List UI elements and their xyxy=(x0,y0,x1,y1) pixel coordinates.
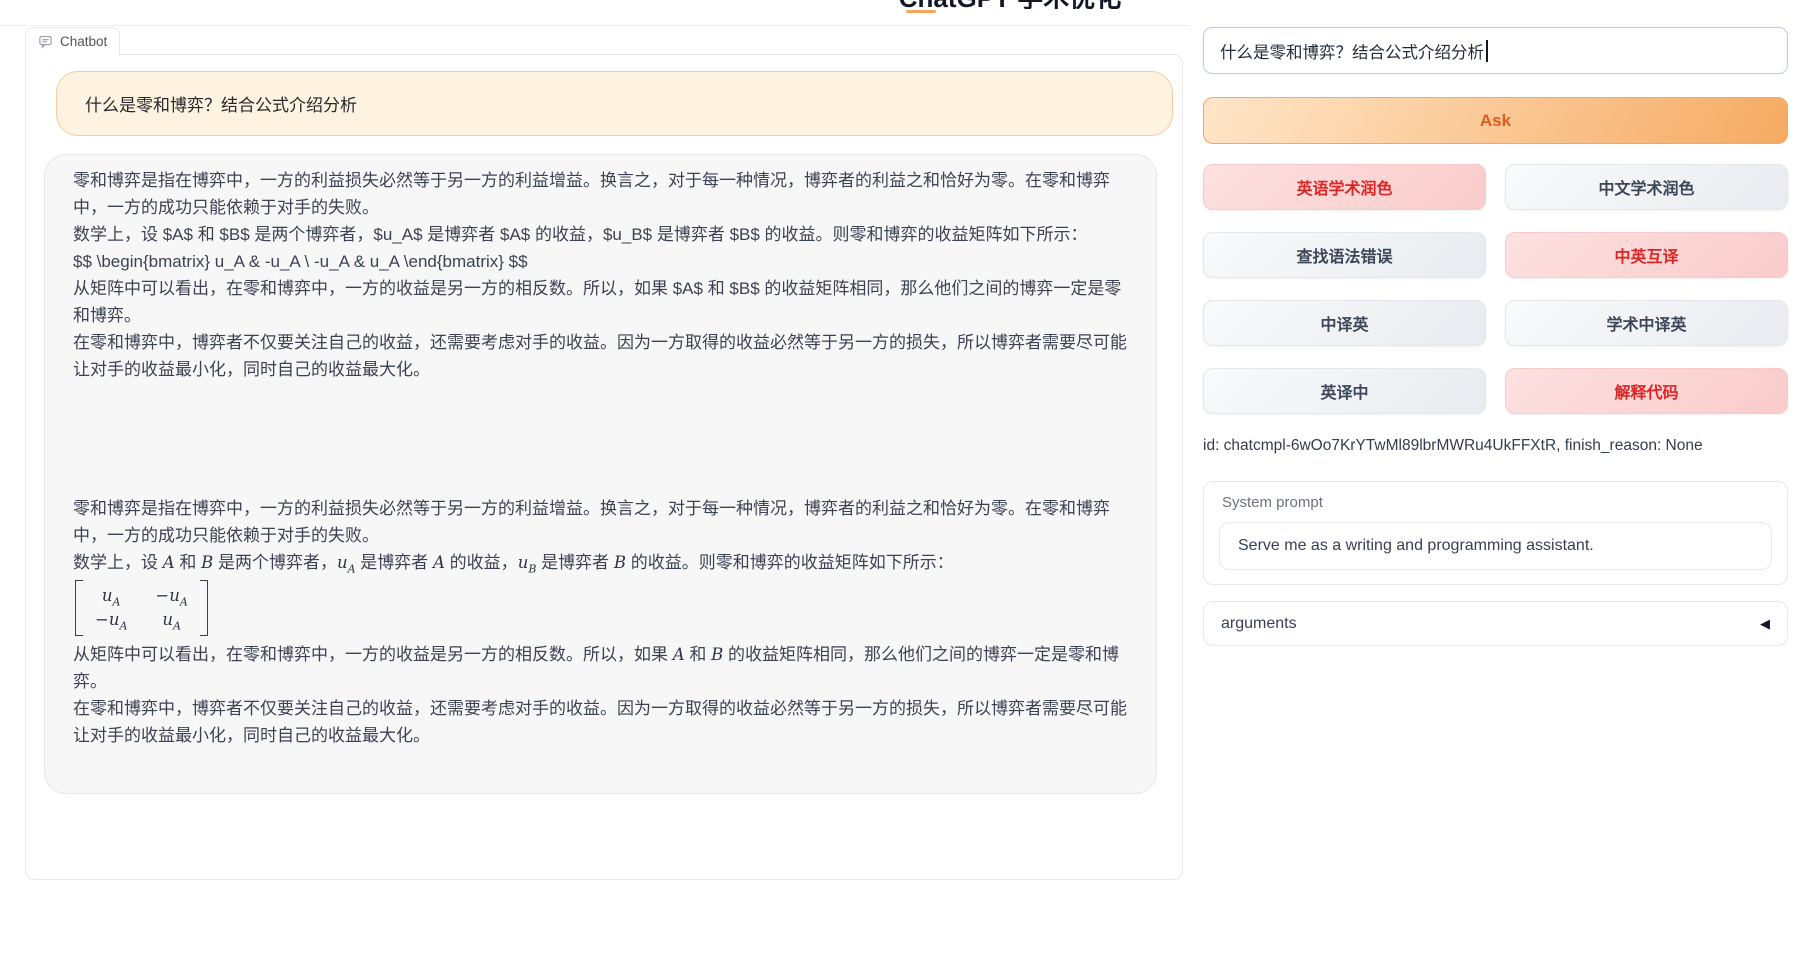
inline-math: A xyxy=(673,645,685,664)
inline-math: B xyxy=(614,553,626,572)
bot-message-rendered: 零和博弈是指在博弈中，一方的利益损失必然等于另一方的利益增益。换言之，对于每一种… xyxy=(73,495,1128,749)
inline-math: −uA xyxy=(95,608,127,632)
clipped-page-title: ChatGPT 学术优化 xyxy=(850,0,1170,9)
status-line: id: chatcmpl-6wOo7KrYTwMl89lbrMWRu4UkFFX… xyxy=(1203,437,1703,455)
arguments-label: arguments xyxy=(1221,615,1297,633)
bot-message-bubble: 零和博弈是指在博弈中，一方的利益损失必然等于另一方的利益增益。换言之，对于每一种… xyxy=(44,154,1157,794)
bot-paragraph: 零和博弈是指在博弈中，一方的利益损失必然等于另一方的利益增益。换言之，对于每一种… xyxy=(73,495,1128,549)
chat-bubble-icon xyxy=(38,34,53,49)
function-button-6[interactable]: 学术中译英 xyxy=(1505,300,1788,346)
system-prompt-input[interactable]: Serve me as a writing and programming as… xyxy=(1219,522,1772,570)
bot-paragraph: 在零和博弈中，博弈者不仅要关注自己的收益，还需要考虑对手的收益。因为一方取得的收… xyxy=(73,695,1128,749)
inline-math: uB xyxy=(518,553,537,572)
inline-math: uA xyxy=(95,584,127,608)
inline-math: uA xyxy=(337,553,356,572)
system-prompt-label: System prompt xyxy=(1222,494,1323,511)
text-caret xyxy=(1486,40,1488,62)
inline-math: B xyxy=(201,553,213,572)
inline-math: uA xyxy=(155,608,187,632)
app-root: ChatGPT 学术优化 Chatbot 什么是零和博弈？结合公式介绍分析 零和… xyxy=(0,0,1814,961)
bot-paragraph: 数学上，设 A 和 B 是两个博弈者，uA 是博弈者 A 的收益，uB 是博弈者… xyxy=(73,549,1128,576)
inline-math: B xyxy=(711,645,723,664)
bot-paragraph: 数学上，设 $A$ 和 $B$ 是两个博弈者，$u_A$ 是博弈者 $A$ 的收… xyxy=(73,221,1128,248)
inline-math: A xyxy=(433,553,445,572)
function-button-4[interactable]: 中英互译 xyxy=(1505,232,1788,278)
bot-paragraph: 零和博弈是指在博弈中，一方的利益损失必然等于另一方的利益增益。换言之，对于每一种… xyxy=(73,167,1128,221)
function-button-7[interactable]: 英译中 xyxy=(1203,368,1486,414)
bot-paragraph: 从矩阵中可以看出，在零和博弈中，一方的收益是另一方的相反数。所以，如果 $A$ … xyxy=(73,275,1128,329)
message-gap xyxy=(73,383,1128,495)
function-button-5[interactable]: 中译英 xyxy=(1203,300,1486,346)
system-prompt-value: Serve me as a writing and programming as… xyxy=(1238,537,1594,555)
chatbot-tab-label: Chatbot xyxy=(60,34,107,49)
question-input[interactable]: 什么是零和博弈？结合公式介绍分析 xyxy=(1203,27,1788,74)
bot-paragraph: 在零和博弈中，博弈者不仅要关注自己的收益，还需要考虑对手的收益。因为一方取得的收… xyxy=(73,329,1128,383)
page-title: ChatGPT 学术优化 xyxy=(850,0,1170,9)
user-message-text: 什么是零和博弈？结合公式介绍分析 xyxy=(85,91,357,116)
top-divider xyxy=(0,25,1190,26)
inline-math: −uA xyxy=(155,584,187,608)
math-matrix: uA−uA−uAuA xyxy=(75,580,208,636)
bot-paragraph: 从矩阵中可以看出，在零和博弈中，一方的收益是另一方的相反数。所以，如果 A 和 … xyxy=(73,641,1128,695)
question-input-value: 什么是零和博弈？结合公式介绍分析 xyxy=(1220,39,1484,63)
system-prompt-card: System prompt Serve me as a writing and … xyxy=(1203,481,1788,585)
chatbot-panel: 什么是零和博弈？结合公式介绍分析 零和博弈是指在博弈中，一方的利益损失必然等于另… xyxy=(25,54,1183,880)
inline-math: A xyxy=(163,553,175,572)
function-button-2[interactable]: 中文学术润色 xyxy=(1505,164,1788,210)
function-button-3[interactable]: 查找语法错误 xyxy=(1203,232,1486,278)
collapse-triangle-icon: ◀ xyxy=(1760,616,1770,632)
title-underline xyxy=(906,10,936,13)
chatbot-tab: Chatbot xyxy=(25,27,120,55)
function-button-8[interactable]: 解释代码 xyxy=(1505,368,1788,414)
bot-message-raw: 零和博弈是指在博弈中，一方的利益损失必然等于另一方的利益增益。换言之，对于每一种… xyxy=(73,167,1128,383)
function-button-1[interactable]: 英语学术润色 xyxy=(1203,164,1486,210)
arguments-accordion[interactable]: arguments ◀ xyxy=(1203,601,1788,646)
bot-paragraph: $$ \begin{bmatrix} u_A & -u_A \ -u_A & u… xyxy=(73,248,1128,275)
user-message-bubble: 什么是零和博弈？结合公式介绍分析 xyxy=(56,71,1173,136)
ask-button[interactable]: Ask xyxy=(1203,97,1788,144)
